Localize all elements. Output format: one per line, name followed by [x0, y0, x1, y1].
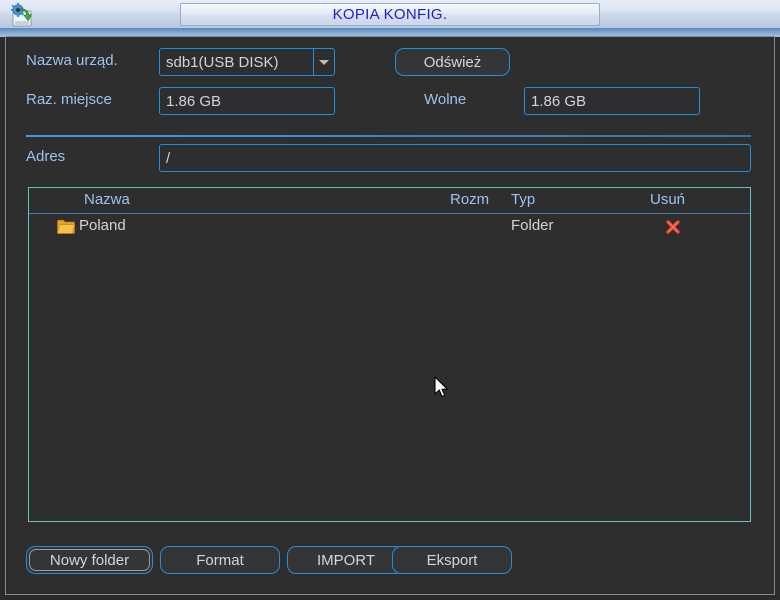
title-bar: KOPIA KONFIG. — [0, 0, 780, 29]
column-header-type[interactable]: Typ — [511, 191, 535, 208]
column-header-delete[interactable]: Usuń — [650, 191, 685, 208]
device-select[interactable]: sdb1(USB DISK) — [159, 48, 335, 76]
total-space-label: Raz. miejsce — [26, 91, 112, 108]
column-header-size[interactable]: Rozm — [450, 191, 489, 208]
device-name-label: Nazwa urząd. — [26, 52, 118, 69]
table-row[interactable]: Poland Folder — [29, 214, 750, 240]
cell-name: Poland — [79, 217, 126, 234]
new-folder-button[interactable]: Nowy folder — [26, 546, 153, 574]
device-select-value: sdb1(USB DISK) — [166, 53, 279, 71]
main-panel: Nazwa urząd. sdb1(USB DISK) Odśwież Raz.… — [5, 36, 775, 595]
total-space-value: 1.86 GB — [159, 87, 335, 115]
column-header-name[interactable]: Nazwa — [84, 191, 130, 208]
export-button[interactable]: Eksport — [392, 546, 512, 574]
address-label: Adres — [26, 148, 66, 165]
config-backup-icon — [8, 2, 36, 28]
import-button[interactable]: IMPORT — [287, 546, 405, 574]
cell-type: Folder — [511, 217, 554, 234]
title-panel: KOPIA KONFIG. — [180, 3, 600, 26]
backup-config-window: KOPIA KONFIG. Nazwa urząd. sdb1(USB DISK… — [0, 0, 780, 600]
free-space-value: 1.86 GB — [524, 87, 700, 115]
folder-icon — [57, 219, 76, 234]
delete-icon[interactable] — [664, 218, 682, 236]
section-divider — [26, 135, 751, 137]
refresh-button[interactable]: Odśwież — [395, 48, 510, 76]
address-input[interactable]: / — [159, 144, 751, 172]
page-title: KOPIA KONFIG. — [332, 6, 448, 23]
file-table: Nazwa Rozm Typ Usuń Poland Folder — [28, 187, 751, 522]
table-header-row: Nazwa Rozm Typ Usuń — [29, 188, 750, 214]
format-button[interactable]: Format — [160, 546, 280, 574]
chevron-down-icon[interactable] — [313, 49, 334, 75]
free-space-label: Wolne — [424, 91, 467, 108]
